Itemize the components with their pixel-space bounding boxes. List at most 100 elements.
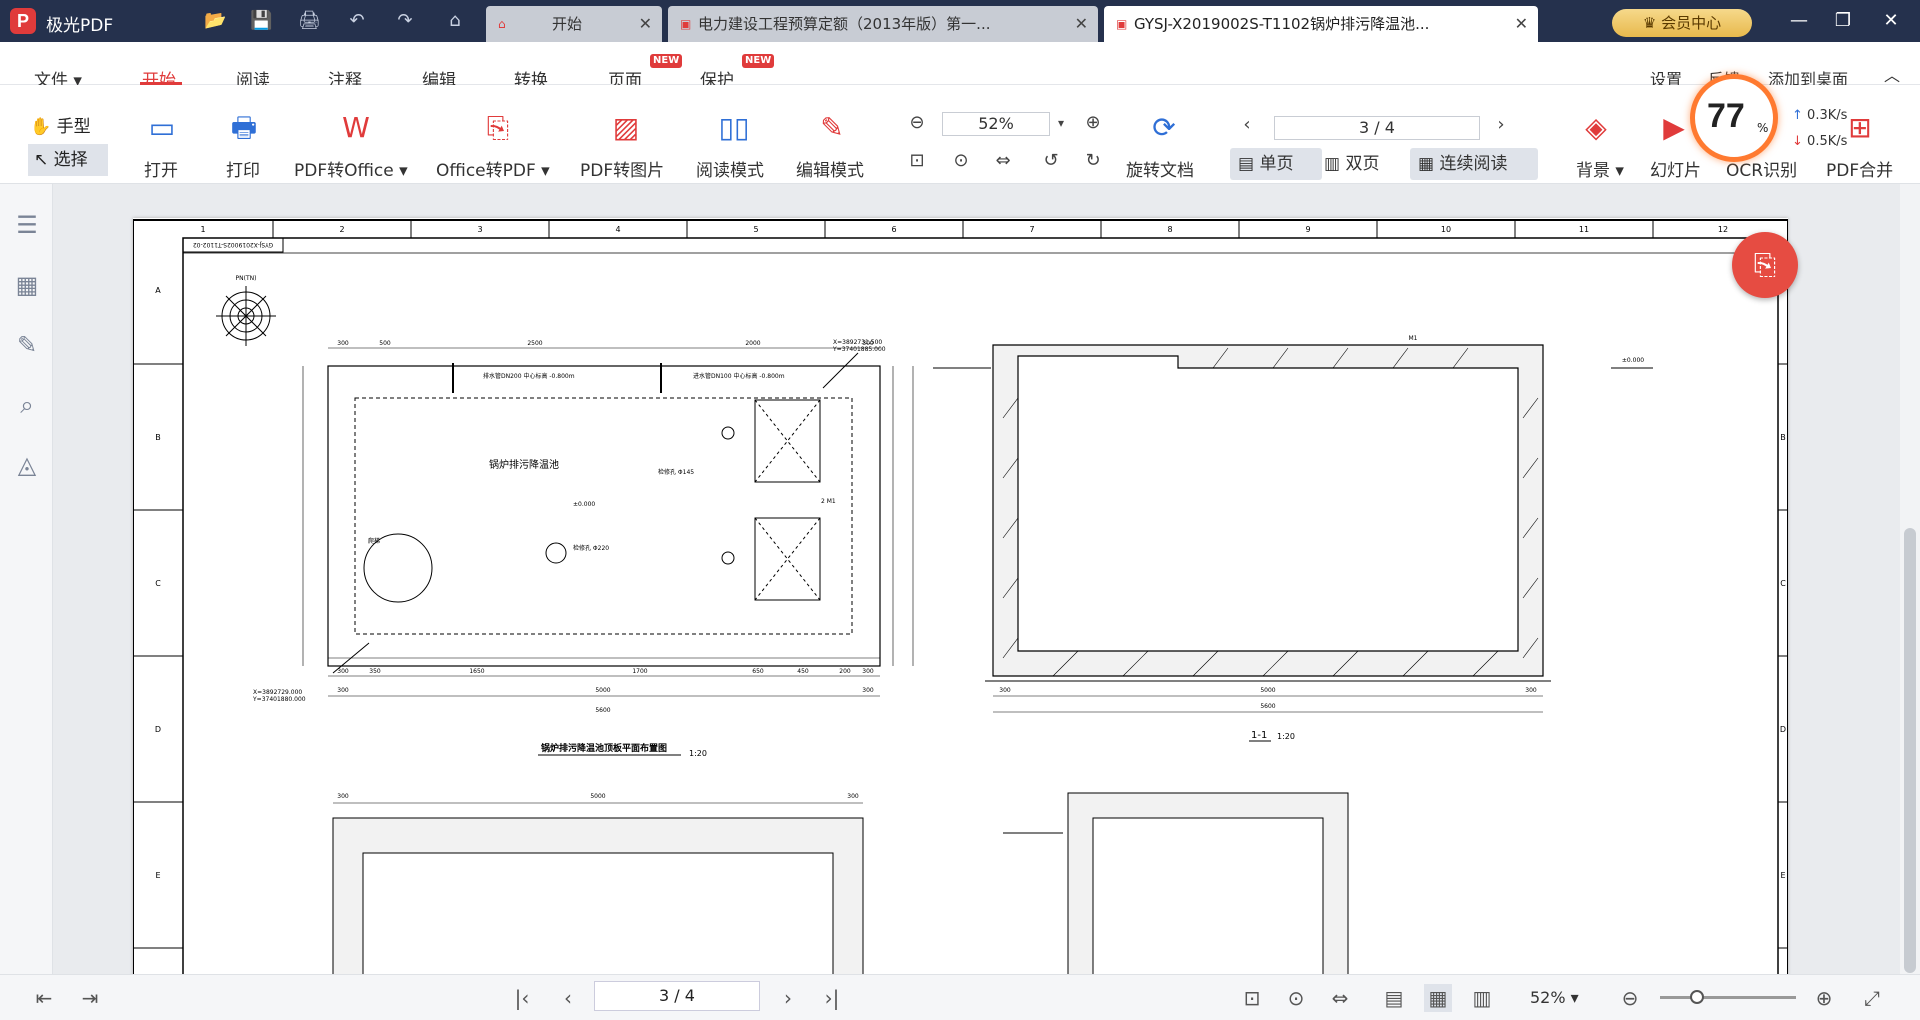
prev-page-icon[interactable]: ‹: [554, 984, 582, 1012]
hand-tool[interactable]: ✋ 手型: [30, 112, 112, 137]
restore-icon[interactable]: ❐: [1830, 8, 1856, 34]
close-icon[interactable]: ✕: [1515, 6, 1528, 42]
tab-document-1[interactable]: ▣ 电力建设工程预算定额（2013年版）第一... ✕: [668, 6, 1098, 42]
pdf-to-image-button[interactable]: PDF转图片: [580, 156, 664, 181]
home-icon[interactable]: ⌂: [444, 10, 466, 32]
edit-mode-button[interactable]: 编辑模式: [796, 156, 864, 181]
ladder-detail: [358, 538, 403, 601]
last-page-icon[interactable]: ›|: [818, 984, 846, 1012]
print-icon[interactable]: 🖶: [214, 108, 274, 148]
vip-label: 会员中心: [1661, 14, 1722, 32]
minimize-icon[interactable]: —: [1786, 8, 1812, 34]
level-label: ±0.000: [573, 501, 595, 508]
convert-float-button[interactable]: ⎘: [1732, 232, 1798, 298]
row-letter: A: [155, 286, 161, 295]
tab-document-2[interactable]: ▣ GYSJ-X2019002S-T1102锅炉排污降温池... ✕: [1104, 6, 1538, 42]
col-number: 11: [1579, 225, 1589, 234]
next-page-icon[interactable]: ›: [774, 984, 802, 1012]
double-page-button[interactable]: ▥ 双页: [1316, 148, 1387, 180]
ocr-progress-unit: %: [1757, 121, 1769, 135]
redo-icon[interactable]: ↷: [394, 10, 416, 32]
page-number-input[interactable]: 3 / 4: [1274, 116, 1480, 140]
pdf-to-office-button[interactable]: PDF转Office ▾: [294, 156, 408, 181]
actual-size-icon[interactable]: ⊡: [904, 148, 930, 174]
page-input-bottom[interactable]: 3 / 4: [594, 981, 760, 1011]
ocr-progress-badge[interactable]: 77 %: [1690, 74, 1778, 162]
north-label: PN(TN): [236, 275, 257, 282]
zoom-slider[interactable]: [1660, 996, 1796, 999]
zoom-in-icon[interactable]: ⊕: [1080, 110, 1106, 136]
undo-icon[interactable]: ↶: [346, 10, 368, 32]
outline-icon[interactable]: ☰: [12, 210, 42, 240]
fit-width-icon[interactable]: ⇔: [990, 148, 1016, 174]
zoom-slider-knob[interactable]: [1690, 990, 1704, 1004]
select-tool[interactable]: ↖ 选择: [28, 144, 108, 176]
vip-center-button[interactable]: ♛ 会员中心: [1612, 9, 1752, 37]
fit-page-icon[interactable]: ⊙: [1282, 984, 1310, 1012]
collapse-ribbon-icon[interactable]: ︿: [1884, 62, 1900, 86]
fullscreen-icon[interactable]: ⤢: [1858, 984, 1886, 1012]
slideshow-button[interactable]: 幻灯片: [1650, 156, 1701, 181]
rotate-right-icon[interactable]: ↻: [1080, 148, 1106, 174]
actual-size-icon[interactable]: ⊡: [1238, 984, 1266, 1012]
pdf-to-office-icon[interactable]: W: [326, 108, 386, 148]
open-icon[interactable]: ▭: [132, 108, 192, 148]
manhole-label: 检修孔 Φ220: [573, 544, 609, 552]
zoom-dropdown-icon[interactable]: ▾: [1048, 110, 1074, 136]
double-page-icon[interactable]: ▥: [1468, 984, 1496, 1012]
single-page-button[interactable]: ▤ 单页: [1230, 148, 1322, 180]
col-number: 10: [1441, 225, 1451, 234]
continuous-icon[interactable]: ▦: [1424, 984, 1452, 1012]
enter-icon[interactable]: ⇥: [76, 984, 104, 1012]
pdf-to-image-icon[interactable]: ▨: [596, 108, 656, 148]
background-icon[interactable]: ◈: [1566, 108, 1626, 148]
read-mode-icon[interactable]: ▯▯: [704, 108, 764, 148]
row-letter: D: [1780, 725, 1786, 734]
rotate-left-icon[interactable]: ↺: [1038, 148, 1064, 174]
print-button-label[interactable]: 打印: [226, 156, 260, 181]
zoom-in-icon[interactable]: ⊕: [1810, 984, 1838, 1012]
office-to-pdf-button[interactable]: Office转PDF ▾: [436, 156, 550, 181]
scrollbar-thumb[interactable]: [1904, 528, 1916, 973]
background-button[interactable]: 背景 ▾: [1576, 156, 1624, 181]
zoom-out-icon[interactable]: ⊖: [1616, 984, 1644, 1012]
first-page-icon[interactable]: |‹: [508, 984, 536, 1012]
save-icon[interactable]: 💾: [250, 10, 272, 32]
open-folder-icon[interactable]: 📂: [204, 10, 226, 32]
dim: 1700: [632, 668, 647, 675]
close-icon[interactable]: ✕: [1075, 6, 1088, 42]
print-icon[interactable]: 🖨: [298, 10, 321, 32]
read-mode-button[interactable]: 阅读模式: [696, 156, 764, 181]
zoom-input[interactable]: 52%: [942, 112, 1050, 136]
zoom-level-bottom[interactable]: 52% ▾: [1530, 988, 1579, 1007]
col-number: 8: [1167, 225, 1172, 234]
edit-mode-icon[interactable]: ✎: [802, 108, 862, 148]
col-number: 6: [891, 225, 896, 234]
plan-scale: 1:20: [689, 749, 707, 758]
fit-width-icon[interactable]: ⇔: [1326, 984, 1354, 1012]
rotate-document-button[interactable]: 旋转文档: [1126, 156, 1194, 181]
search-icon[interactable]: ⌕: [12, 390, 42, 420]
close-icon[interactable]: ✕: [639, 6, 652, 42]
dim: 300: [847, 793, 859, 800]
pdf-merge-button[interactable]: PDF合并: [1826, 156, 1893, 181]
row-letter: D: [155, 725, 161, 734]
fit-page-icon[interactable]: ⊙: [948, 148, 974, 174]
signature-icon[interactable]: ◬: [12, 450, 42, 480]
pdf-icon: ▣: [680, 17, 692, 31]
office-to-pdf-icon[interactable]: ⎘: [468, 108, 528, 148]
tab-start[interactable]: ⌂ 开始 ✕: [486, 6, 662, 42]
zoom-out-icon[interactable]: ⊖: [904, 110, 930, 136]
continuous-read-button[interactable]: ▦ 连续阅读: [1410, 148, 1538, 180]
thumbnails-icon[interactable]: ▦: [12, 270, 42, 300]
hand-icon: ✋: [30, 117, 52, 137]
exit-icon[interactable]: ⇤: [30, 984, 58, 1012]
row-letter: C: [1780, 579, 1786, 588]
open-button-label[interactable]: 打开: [144, 156, 178, 181]
single-page-icon[interactable]: ▤: [1380, 984, 1408, 1012]
rotate-document-icon[interactable]: ⟳: [1134, 108, 1194, 148]
annotations-icon[interactable]: ✎: [12, 330, 42, 360]
close-window-icon[interactable]: ✕: [1878, 8, 1904, 34]
prev-page-icon[interactable]: ‹: [1234, 112, 1260, 138]
next-page-icon[interactable]: ›: [1488, 112, 1514, 138]
